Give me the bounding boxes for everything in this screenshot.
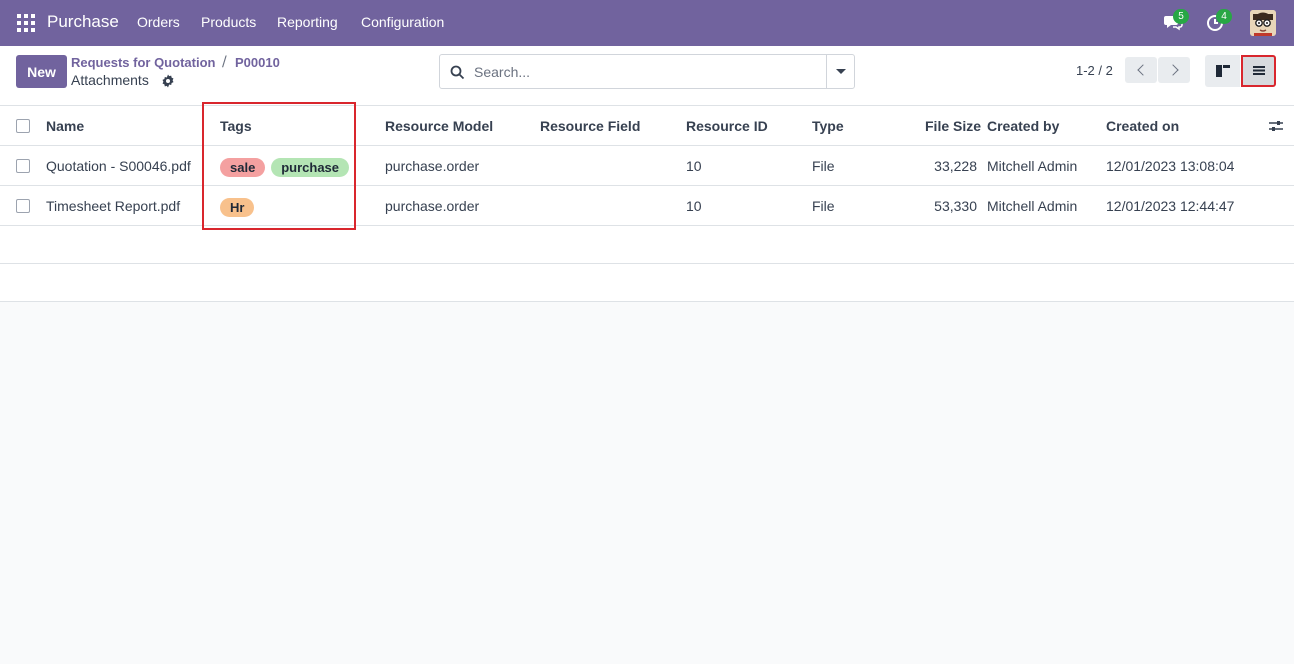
cell-tags: sale purchase (220, 146, 351, 186)
cell-file-size: 33,228 (934, 158, 977, 174)
gear-icon[interactable] (161, 73, 175, 88)
top-navbar: Purchase Orders Products Reporting Confi… (0, 0, 1294, 46)
control-panel: New Requests for Quotation / P00010 Atta… (0, 46, 1294, 106)
column-header-file-size[interactable]: File Size (925, 106, 981, 146)
list-view-button[interactable] (1241, 55, 1276, 87)
chevron-left-icon (1136, 64, 1149, 76)
column-header-name[interactable]: Name (46, 106, 84, 146)
activities-count-badge: 4 (1216, 9, 1232, 24)
app-brand[interactable]: Purchase (47, 12, 119, 32)
breadcrumb-p00010[interactable]: P00010 (235, 55, 280, 70)
activities-clock-icon[interactable]: 4 (1206, 9, 1232, 34)
app-menu-icon[interactable] (17, 14, 35, 32)
cell-type: File (812, 198, 835, 214)
cell-created-by: Mitchell Admin (987, 158, 1078, 174)
cell-created-by: Mitchell Admin (987, 198, 1078, 214)
tag-hr[interactable]: Hr (220, 197, 255, 217)
column-header-resource-field[interactable]: Resource Field (540, 106, 640, 146)
page-title: Attachments (71, 72, 149, 88)
user-avatar[interactable] (1250, 10, 1276, 36)
breadcrumb-separator: / (222, 54, 227, 70)
table-row[interactable]: Quotation - S00046.pdf sale purchase pur… (0, 146, 1294, 186)
cell-name[interactable]: Timesheet Report.pdf (46, 186, 180, 226)
search-bar (439, 54, 855, 89)
cell-created-on: 12/01/2023 13:08:04 (1106, 158, 1235, 174)
messages-icon[interactable]: 5 (1163, 9, 1189, 34)
empty-row (0, 264, 1294, 302)
breadcrumb-requests-for-quotation[interactable]: Requests for Quotation (71, 55, 215, 70)
optional-columns-icon[interactable] (1268, 118, 1284, 134)
table-row[interactable]: Timesheet Report.pdf Hr purchase.order 1… (0, 186, 1294, 226)
menu-orders[interactable]: Orders (137, 14, 180, 30)
cell-resource-id: 10 (686, 158, 702, 174)
column-header-resource-id[interactable]: Resource ID (686, 106, 768, 146)
caret-down-icon (836, 69, 846, 74)
list-icon (1252, 66, 1265, 75)
kanban-icon (1215, 65, 1230, 77)
cell-name[interactable]: Quotation - S00046.pdf (46, 146, 191, 186)
new-button[interactable]: New (16, 55, 67, 88)
row-checkbox[interactable] (16, 199, 30, 213)
empty-row (0, 226, 1294, 264)
table-header: Name Tags Resource Model Resource Field … (0, 106, 1294, 146)
column-header-created-by[interactable]: Created by (987, 106, 1059, 146)
tag-purchase[interactable]: purchase (271, 157, 350, 177)
search-options-toggle[interactable] (826, 55, 855, 88)
cell-resource-model: purchase.order (385, 198, 480, 214)
kanban-view-button[interactable] (1205, 55, 1240, 87)
cell-tags: Hr (220, 186, 256, 226)
menu-products[interactable]: Products (201, 14, 256, 30)
column-header-tags[interactable]: Tags (220, 106, 252, 146)
cell-created-on: 12/01/2023 12:44:47 (1106, 198, 1235, 214)
cell-type: File (812, 158, 835, 174)
pager-next-button[interactable] (1158, 57, 1190, 83)
column-header-resource-model[interactable]: Resource Model (385, 106, 493, 146)
row-checkbox[interactable] (16, 159, 30, 173)
search-input[interactable] (474, 61, 824, 83)
menu-configuration[interactable]: Configuration (361, 14, 444, 30)
chevron-right-icon (1166, 64, 1179, 76)
messages-count-badge: 5 (1173, 9, 1189, 24)
column-header-created-on[interactable]: Created on (1106, 106, 1179, 146)
menu-reporting[interactable]: Reporting (277, 14, 338, 30)
pager-value[interactable]: 1-2 / 2 (1076, 63, 1113, 78)
column-header-type[interactable]: Type (812, 106, 844, 146)
search-icon (450, 65, 465, 80)
select-all-checkbox[interactable] (16, 119, 30, 133)
cell-resource-id: 10 (686, 198, 702, 214)
cell-file-size: 53,330 (934, 198, 977, 214)
cell-resource-model: purchase.order (385, 158, 480, 174)
pager-previous-button[interactable] (1125, 57, 1157, 83)
tag-sale[interactable]: sale (220, 157, 266, 177)
